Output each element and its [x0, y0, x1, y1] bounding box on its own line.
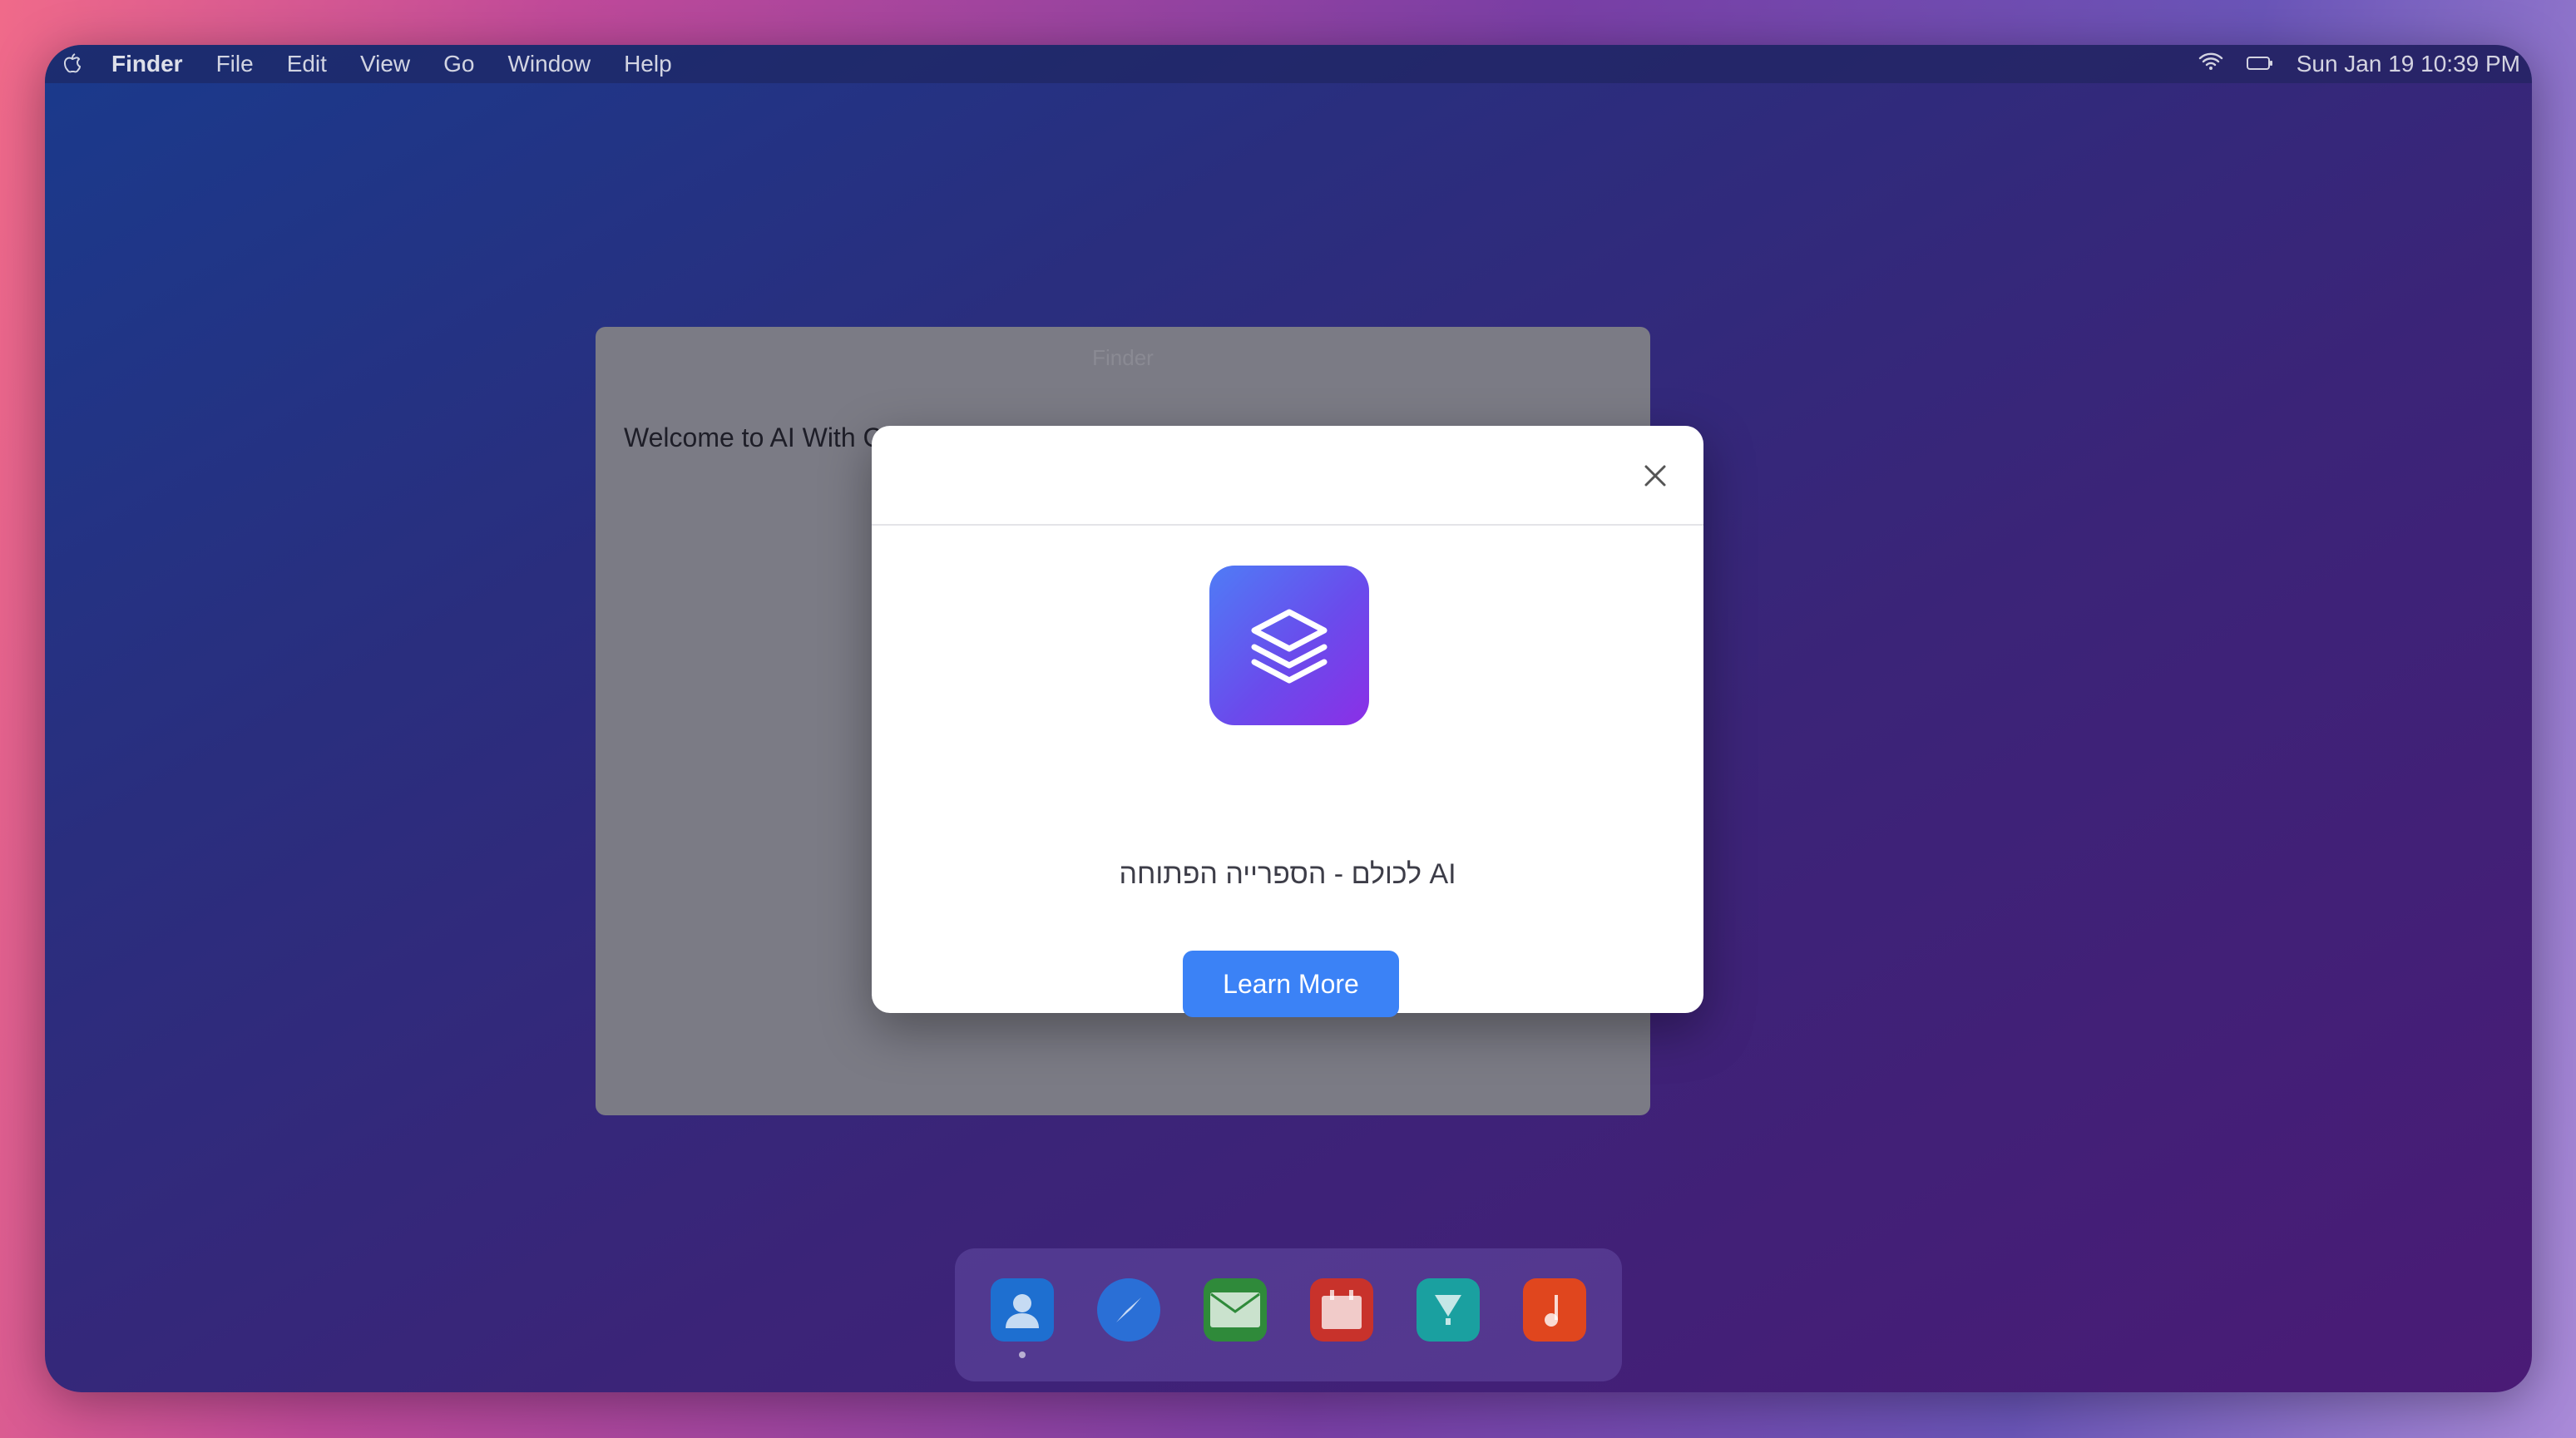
app-icon — [1209, 566, 1369, 725]
finder-welcome-text: Welcome to AI With C — [624, 423, 883, 452]
person-icon — [1006, 1294, 1039, 1328]
menu-go[interactable]: Go — [443, 51, 474, 77]
layers-icon — [1251, 609, 1328, 684]
dock-item-music[interactable] — [1523, 1278, 1586, 1342]
modal-title: AI לכולם - הספרייה הפתוחה — [1119, 858, 1456, 890]
dock-item-safari[interactable] — [1097, 1278, 1160, 1342]
menu-app-name[interactable]: Finder — [111, 51, 183, 77]
menubar-clock[interactable]: Sun Jan 19 10:39 PM — [2297, 51, 2520, 77]
menu-edit[interactable]: Edit — [287, 51, 327, 77]
music-icon — [1545, 1295, 1558, 1327]
menu-file[interactable]: File — [216, 51, 254, 77]
desktop: Finder File Edit View Go Window Help Sun… — [45, 45, 2532, 1392]
appstore-icon — [1435, 1295, 1461, 1325]
battery-icon[interactable] — [2246, 51, 2273, 77]
menu-view[interactable]: View — [360, 51, 410, 77]
dock-item-app-store[interactable] — [1417, 1278, 1480, 1342]
dock-item-mail[interactable] — [1204, 1278, 1267, 1342]
menu-help[interactable]: Help — [624, 51, 672, 77]
finder-window-title: Finder — [1092, 345, 1154, 370]
dock-item-contacts[interactable] — [991, 1278, 1054, 1358]
dock — [955, 1248, 1622, 1381]
apple-icon[interactable] — [58, 50, 87, 78]
dock-item-calendar[interactable] — [1310, 1278, 1373, 1342]
menu-bar: Finder File Edit View Go Window Help Sun… — [45, 45, 2532, 83]
wifi-icon[interactable] — [2198, 51, 2223, 77]
mail-icon — [1210, 1292, 1260, 1327]
calendar-icon — [1322, 1290, 1362, 1329]
close-icon — [1644, 465, 1666, 487]
modal-dialog: AI לכולם - הספרייה הפתוחה Learn More — [872, 426, 1703, 1017]
close-button[interactable] — [1639, 459, 1672, 492]
learn-more-button[interactable]: Learn More — [1183, 951, 1399, 1017]
menu-window[interactable]: Window — [507, 51, 591, 77]
modal-header — [872, 426, 1703, 526]
dock-active-indicator — [1019, 1352, 1026, 1358]
compass-icon — [1116, 1297, 1141, 1322]
